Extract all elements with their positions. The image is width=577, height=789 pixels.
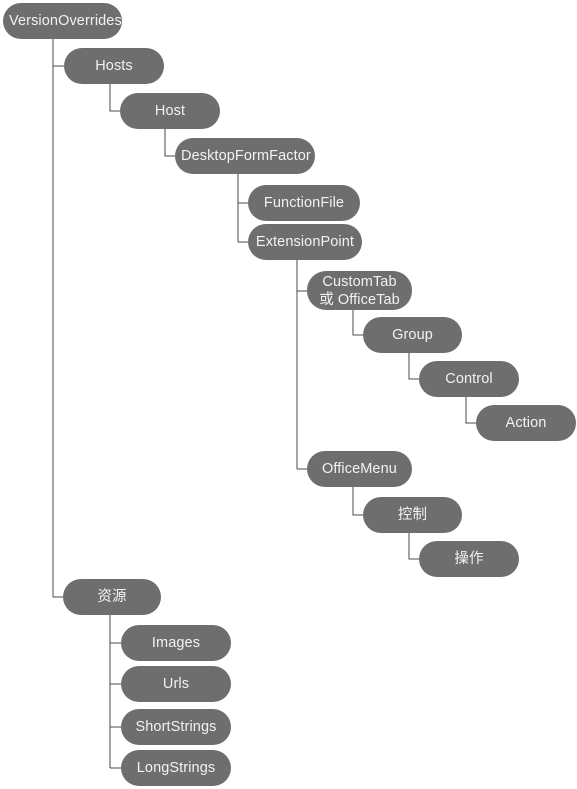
node-label-version-overrides: VersionOverrides xyxy=(9,12,122,29)
node-label-control-cn: 控制 xyxy=(397,506,428,523)
node-label-custom-tab: CustomTab 或 OfficeTab xyxy=(319,273,400,308)
connector-trunk-office-menu xyxy=(352,487,363,516)
node-label-office-menu: OfficeMenu xyxy=(322,460,397,477)
node-host[interactable]: Host xyxy=(120,93,220,129)
node-label-long-strings: LongStrings xyxy=(136,759,216,776)
node-label-desktop-form-factor: DesktopFormFactor xyxy=(181,147,311,164)
node-label-urls: Urls xyxy=(162,675,190,692)
node-label-extension-point: ExtensionPoint xyxy=(255,233,355,250)
node-office-menu[interactable]: OfficeMenu xyxy=(307,451,412,487)
node-action-cn[interactable]: 操作 xyxy=(419,541,519,577)
node-hosts[interactable]: Hosts xyxy=(64,48,164,84)
node-label-group: Group xyxy=(392,326,433,343)
node-custom-tab[interactable]: CustomTab 或 OfficeTab xyxy=(307,271,412,310)
node-extension-point[interactable]: ExtensionPoint xyxy=(248,224,362,260)
node-label-control: Control xyxy=(445,370,493,387)
node-label-images: Images xyxy=(151,634,201,651)
node-group[interactable]: Group xyxy=(363,317,462,353)
node-label-hosts: Hosts xyxy=(95,57,133,74)
node-label-resources: 资源 xyxy=(97,588,127,605)
node-urls[interactable]: Urls xyxy=(121,666,231,702)
hierarchy-diagram: VersionOverrides Hosts Host DesktopFormFact… xyxy=(0,0,577,789)
node-version-overrides[interactable]: VersionOverrides xyxy=(3,3,122,39)
node-label-short-strings: ShortStrings xyxy=(135,718,217,735)
connector-trunk-control xyxy=(465,397,476,424)
node-label-action-cn: 操作 xyxy=(454,550,484,567)
node-control[interactable]: Control xyxy=(419,361,519,397)
node-action[interactable]: Action xyxy=(476,405,576,441)
node-short-strings[interactable]: ShortStrings xyxy=(121,709,231,745)
node-label-action: Action xyxy=(505,414,547,431)
node-control-cn[interactable]: 控制 xyxy=(363,497,462,533)
connector-trunk-host xyxy=(164,129,175,157)
node-function-file[interactable]: FunctionFile xyxy=(248,185,360,221)
node-images[interactable]: Images xyxy=(121,625,231,661)
connector-trunk-group xyxy=(408,353,419,380)
node-label-function-file: FunctionFile xyxy=(263,194,345,211)
node-desktop-form-factor[interactable]: DesktopFormFactor xyxy=(175,138,315,174)
node-label-host: Host xyxy=(154,102,186,119)
connector-trunk-hosts xyxy=(109,84,120,112)
connector-trunk-custom-tab xyxy=(352,310,363,336)
node-resources[interactable]: 资源 xyxy=(63,579,161,615)
node-long-strings[interactable]: LongStrings xyxy=(121,750,231,786)
connector-trunk-control-cn xyxy=(408,533,419,560)
